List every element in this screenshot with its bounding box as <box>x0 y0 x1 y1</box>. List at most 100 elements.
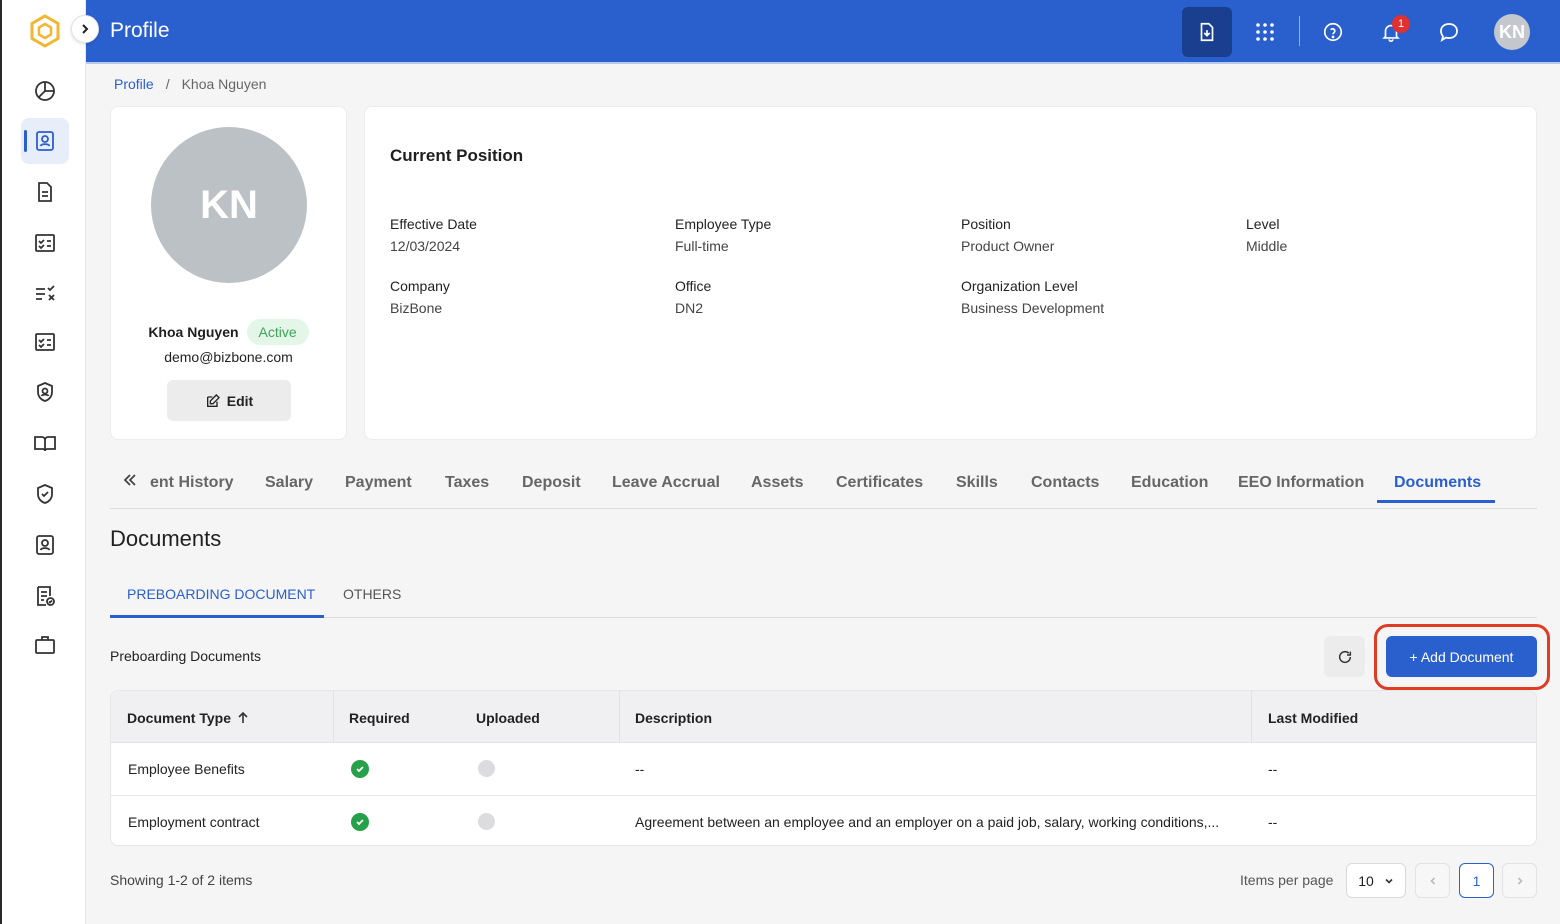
tab-employment-history[interactable]: ent History <box>150 474 234 492</box>
documents-table: Document Type Required Uploaded Descript… <box>110 690 1537 846</box>
sidebar-item-dashboard[interactable] <box>21 68 69 114</box>
sidebar-item-handbook[interactable] <box>21 420 69 466</box>
previous-page-button[interactable] <box>1415 863 1450 898</box>
sidebar-item-reviews[interactable] <box>21 319 69 365</box>
tab-education[interactable]: Education <box>1131 474 1208 492</box>
notification-badge: 1 <box>1392 15 1410 33</box>
column-header-document-type[interactable]: Document Type <box>127 710 231 726</box>
highlight-annotation <box>1374 624 1550 690</box>
subtab-preboarding-document[interactable]: PREBOARDING DOCUMENT <box>127 586 315 602</box>
sidebar-item-employees[interactable] <box>21 522 69 568</box>
table-header: Document Type Required Uploaded Descript… <box>111 691 1536 743</box>
tab-salary[interactable]: Salary <box>265 474 313 492</box>
field-label: Employee Type <box>675 216 772 232</box>
chevron-left-icon <box>1429 876 1435 885</box>
sidebar <box>0 0 86 924</box>
tab-taxes[interactable]: Taxes <box>445 474 489 492</box>
table-row[interactable]: Employment contract Agreement between an… <box>111 795 1536 845</box>
field-value: DN2 <box>675 300 704 316</box>
sidebar-item-profile[interactable] <box>21 118 69 164</box>
field-position: Position Product Owner <box>961 216 1054 254</box>
breadcrumb-profile-link[interactable]: Profile <box>114 76 154 92</box>
pagination-summary: Showing 1-2 of 2 items <box>110 872 253 888</box>
sidebar-item-documents[interactable] <box>21 169 69 215</box>
column-header-description: Description <box>635 710 713 726</box>
app-logo-icon[interactable] <box>28 14 62 48</box>
profile-tabs: ent History Salary Payment Taxes Deposit… <box>110 466 1537 509</box>
tab-deposit[interactable]: Deposit <box>522 474 581 492</box>
status-badge: Active <box>246 319 309 345</box>
column-divider <box>1251 691 1252 743</box>
sidebar-expand-button[interactable] <box>71 15 99 43</box>
shield-check-icon <box>37 484 53 504</box>
book-open-icon <box>34 436 56 452</box>
profile-email: demo@bizbone.com <box>164 349 293 365</box>
briefcase-icon <box>35 636 55 654</box>
apps-button[interactable] <box>1240 7 1290 57</box>
table-row[interactable]: Employee Benefits -- -- <box>111 743 1536 795</box>
page-button-1[interactable]: 1 <box>1459 863 1494 898</box>
tab-contacts[interactable]: Contacts <box>1031 474 1099 492</box>
grid-apps-icon <box>1256 23 1274 41</box>
report-check-icon <box>37 586 55 606</box>
tabs-scroll-left-button[interactable] <box>122 472 138 493</box>
tab-payment[interactable]: Payment <box>345 474 412 492</box>
tab-eeo-information[interactable]: EEO Information <box>1238 474 1364 492</box>
pie-chart-icon <box>35 81 55 101</box>
checklist-icon <box>35 234 55 252</box>
field-value: Business Development <box>961 300 1105 316</box>
top-header: Profile 1 KN <box>86 0 1560 64</box>
download-button[interactable] <box>1182 7 1232 57</box>
column-divider <box>619 691 620 743</box>
column-header-last-modified: Last Modified <box>1268 710 1359 726</box>
document-icon <box>38 182 52 202</box>
user-avatar[interactable]: KN <box>1494 14 1530 50</box>
sidebar-item-security[interactable] <box>21 369 69 415</box>
refresh-button[interactable] <box>1324 636 1365 677</box>
notifications-button[interactable]: 1 <box>1366 7 1416 57</box>
edit-icon <box>206 393 220 407</box>
chevron-right-icon <box>1517 876 1523 885</box>
field-label: Level <box>1246 216 1280 232</box>
sidebar-item-approvals[interactable] <box>21 270 69 316</box>
checklist-icon <box>35 333 55 351</box>
field-label: Organization Level <box>961 278 1078 294</box>
column-header-required: Required <box>349 710 410 726</box>
sidebar-item-tasks[interactable] <box>21 220 69 266</box>
current-position-card: Current Position Effective Date 12/03/20… <box>364 106 1537 440</box>
field-effective-date: Effective Date 12/03/2024 <box>390 216 477 254</box>
help-button[interactable] <box>1308 7 1358 57</box>
field-employee-type: Employee Type Full-time <box>675 216 771 254</box>
cell-description: Agreement between an employee and an emp… <box>635 814 1220 830</box>
tab-skills[interactable]: Skills <box>956 474 998 492</box>
field-company: Company BizBone <box>390 278 450 316</box>
items-per-page-value: 10 <box>1358 872 1374 889</box>
tab-documents[interactable]: Documents <box>1394 474 1481 492</box>
breadcrumb-separator: / <box>165 76 170 92</box>
field-value: BizBone <box>390 300 443 316</box>
tab-leave-accrual[interactable]: Leave Accrual <box>612 474 720 492</box>
cell-last-modified: -- <box>1268 814 1278 830</box>
column-divider <box>333 691 334 743</box>
profile-name: Khoa Nguyen <box>148 324 239 340</box>
sidebar-item-compliance[interactable] <box>21 471 69 517</box>
chat-button[interactable] <box>1424 7 1474 57</box>
edit-profile-button[interactable]: Edit <box>167 380 291 421</box>
column-header-uploaded: Uploaded <box>476 710 540 726</box>
field-label: Effective Date <box>390 216 477 232</box>
page-title: Profile <box>110 19 170 42</box>
sidebar-item-reports[interactable] <box>21 573 69 619</box>
field-label: Company <box>390 278 450 294</box>
sidebar-item-assets[interactable] <box>21 622 69 668</box>
tab-certificates[interactable]: Certificates <box>836 474 923 492</box>
current-position-title: Current Position <box>390 146 524 165</box>
items-per-page-select[interactable]: 10 <box>1346 863 1406 898</box>
subtab-others[interactable]: OTHERS <box>343 586 401 602</box>
chevron-right-icon <box>82 24 89 34</box>
not-uploaded-icon <box>478 760 495 777</box>
tab-assets[interactable]: Assets <box>751 474 803 492</box>
next-page-button[interactable] <box>1502 863 1537 898</box>
sort-ascending-icon[interactable] <box>236 711 250 725</box>
profile-card: KN Khoa Nguyen Active demo@bizbone.com E… <box>110 106 347 440</box>
field-level: Level Middle <box>1246 216 1287 254</box>
